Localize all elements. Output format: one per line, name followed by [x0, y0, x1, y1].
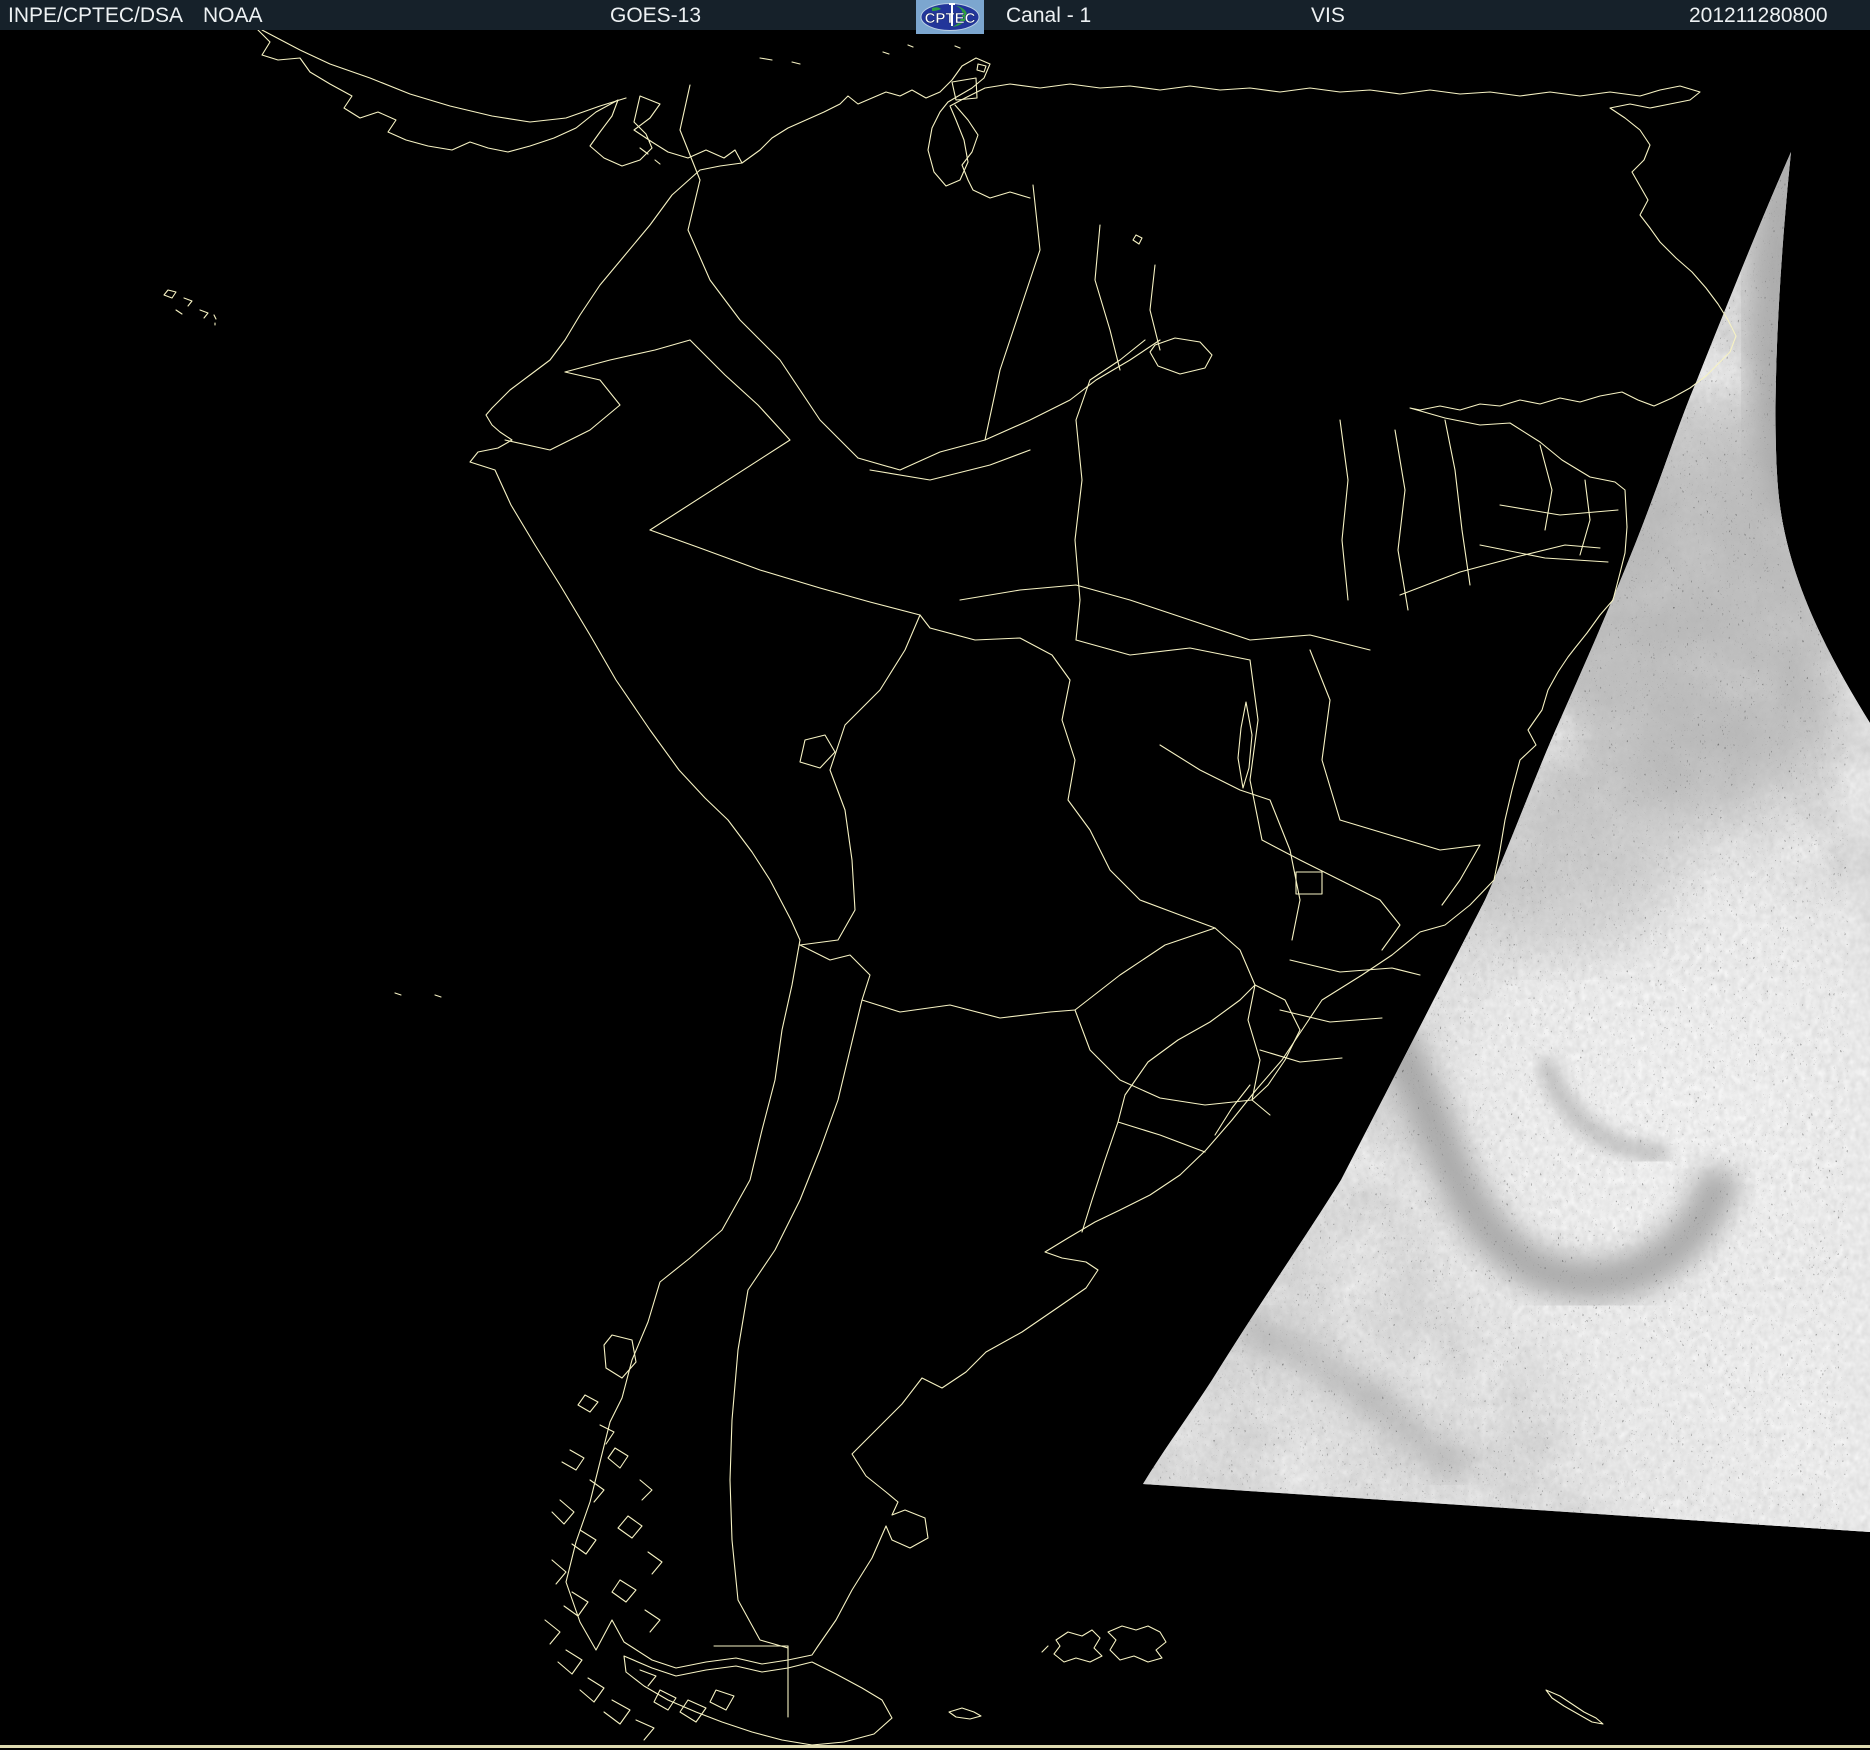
- cptec-logo: CPTEC: [916, 0, 984, 34]
- noaa-label: NOAA: [203, 4, 263, 27]
- satellite-label: GOES-13: [610, 4, 702, 27]
- agency-label: INPE/CPTEC/DSA: [8, 4, 184, 27]
- vis-label: VIS: [1311, 4, 1345, 27]
- map-bottom-edge-line: [0, 1745, 1870, 1748]
- channel-label: Canal - 1: [1006, 4, 1092, 27]
- goes13-vis-screen: INPE/CPTEC/DSA NOAA GOES-13 Canal - 1 VI…: [0, 0, 1870, 1750]
- timestamp-label: 201211280800: [1689, 4, 1828, 27]
- satellite-image: [0, 0, 1870, 1750]
- logo-text: CPTEC: [925, 10, 976, 27]
